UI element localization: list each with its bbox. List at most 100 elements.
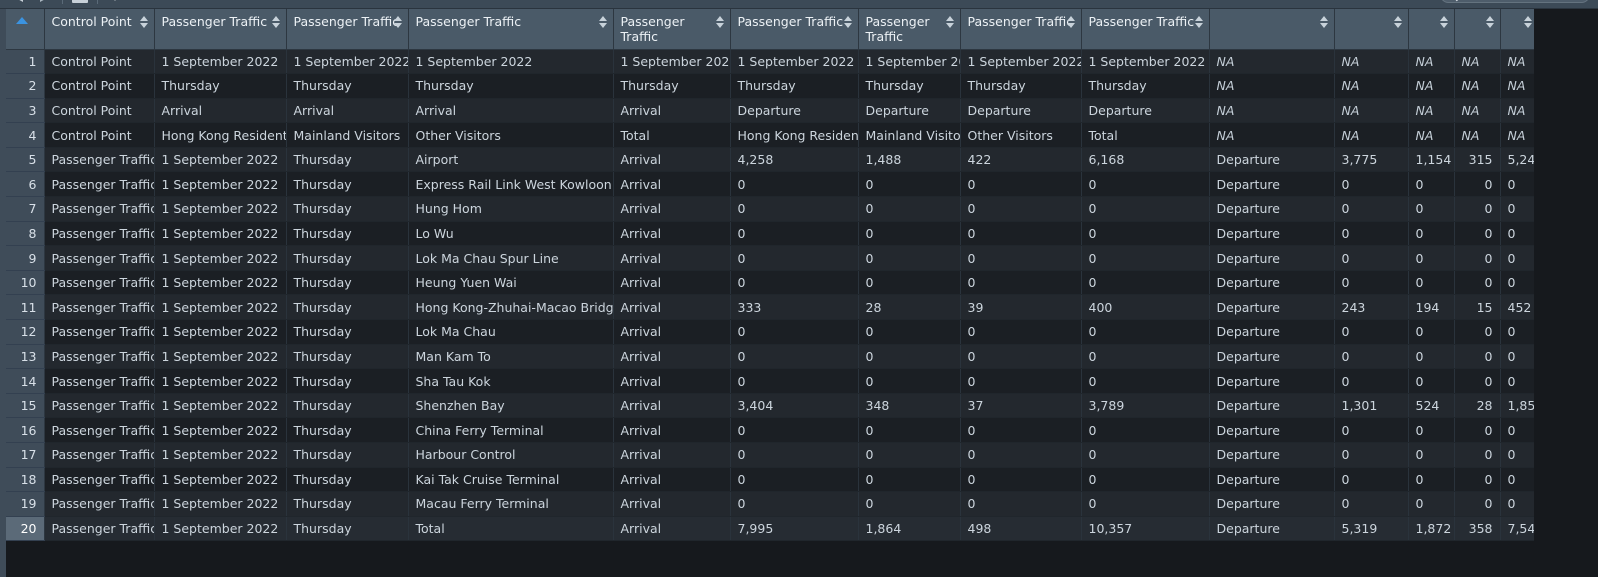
table-cell[interactable]: Departure bbox=[1209, 319, 1335, 345]
table-cell[interactable]: 1 September 2022 bbox=[613, 49, 731, 75]
row-number[interactable]: 16 bbox=[0, 417, 45, 443]
row-number[interactable]: 12 bbox=[0, 319, 45, 345]
table-cell[interactable]: Departure bbox=[1209, 393, 1335, 419]
table-cell[interactable]: Arrival bbox=[613, 467, 731, 493]
column-header-6[interactable]: Passenger Traffic bbox=[730, 9, 859, 50]
table-cell[interactable]: 0 bbox=[1408, 368, 1455, 394]
table-cell[interactable]: 0 bbox=[960, 442, 1082, 468]
table-cell[interactable]: 1 September 2022 bbox=[154, 270, 287, 296]
select-all-header[interactable] bbox=[0, 9, 45, 50]
sort-icon[interactable] bbox=[1194, 16, 1204, 29]
table-cell[interactable]: 0 bbox=[1500, 221, 1539, 247]
column-header-10[interactable] bbox=[1209, 9, 1335, 50]
table-cell[interactable]: Arrival bbox=[613, 368, 731, 394]
column-header-5[interactable]: Passenger Traffic bbox=[613, 9, 731, 50]
table-cell[interactable]: 0 bbox=[1500, 467, 1539, 493]
table-row[interactable]: 17 Passenger Traffic 1 September 2022 Thurs… bbox=[0, 442, 1584, 468]
table-cell[interactable]: 0 bbox=[1334, 245, 1409, 271]
table-cell[interactable]: 0 bbox=[730, 270, 859, 296]
table-cell[interactable]: Thursday bbox=[1081, 73, 1210, 99]
table-cell[interactable]: Man Kam To bbox=[408, 344, 614, 370]
table-cell[interactable]: 194 bbox=[1408, 294, 1455, 321]
table-cell[interactable]: 1 September 2022 bbox=[154, 147, 287, 173]
table-cell[interactable]: 400 bbox=[1081, 294, 1210, 321]
table-cell[interactable]: Passenger Traffic bbox=[44, 294, 155, 321]
table-cell[interactable]: China Ferry Terminal bbox=[408, 417, 614, 443]
table-cell[interactable]: 0 bbox=[1454, 368, 1501, 394]
table-cell[interactable]: NA bbox=[1500, 122, 1539, 148]
table-cell[interactable]: NA bbox=[1408, 98, 1455, 124]
table-cell[interactable]: 28 bbox=[1454, 393, 1501, 419]
sort-icon[interactable] bbox=[1066, 16, 1076, 29]
table-cell[interactable]: NA bbox=[1209, 49, 1335, 75]
table-cell[interactable]: Passenger Traffic bbox=[44, 270, 155, 296]
table-cell[interactable]: 0 bbox=[1500, 196, 1539, 222]
table-cell[interactable]: Passenger Traffic bbox=[44, 393, 155, 419]
table-cell[interactable]: 3,789 bbox=[1081, 393, 1210, 419]
table-cell[interactable]: 0 bbox=[1454, 491, 1501, 517]
table-cell[interactable]: 0 bbox=[730, 221, 859, 247]
table-cell[interactable]: 0 bbox=[960, 270, 1082, 296]
table-cell[interactable]: 7,995 bbox=[730, 516, 859, 542]
table-cell[interactable]: NA bbox=[1454, 73, 1501, 99]
column-header-7[interactable]: Passenger Traffic bbox=[858, 9, 961, 50]
table-cell[interactable]: Departure bbox=[1209, 221, 1335, 247]
column-header-9[interactable]: Passenger Traffic bbox=[1081, 9, 1210, 50]
table-cell[interactable]: Departure bbox=[1081, 98, 1210, 124]
row-number[interactable]: 3 bbox=[0, 98, 45, 124]
table-cell[interactable]: 0 bbox=[960, 196, 1082, 222]
table-cell[interactable]: Hong Kong-Zhuhai-Macao Bridge bbox=[408, 294, 614, 321]
table-cell[interactable]: 1 September 2022 bbox=[154, 442, 287, 468]
sort-icon[interactable] bbox=[843, 16, 853, 29]
table-cell[interactable]: 0 bbox=[1500, 417, 1539, 443]
row-number[interactable]: 9 bbox=[0, 245, 45, 271]
table-cell[interactable]: Passenger Traffic bbox=[44, 442, 155, 468]
table-cell[interactable]: 1 September 2022 bbox=[730, 49, 859, 75]
table-cell[interactable]: 0 bbox=[858, 417, 961, 443]
table-cell[interactable]: Thursday bbox=[286, 393, 409, 419]
table-cell[interactable]: 1,301 bbox=[1334, 393, 1409, 419]
table-cell[interactable]: 1,154 bbox=[1408, 147, 1455, 173]
column-header-1[interactable]: Control Point bbox=[44, 9, 155, 50]
column-header-2[interactable]: Passenger Traffic bbox=[154, 9, 287, 50]
table-cell[interactable]: 1 September 2022 bbox=[154, 319, 287, 345]
table-cell[interactable]: Passenger Traffic bbox=[44, 491, 155, 517]
table-cell[interactable]: Passenger Traffic bbox=[44, 245, 155, 271]
table-cell[interactable]: 243 bbox=[1334, 294, 1409, 321]
table-cell[interactable]: 1 September 2022 bbox=[1081, 49, 1210, 75]
table-cell[interactable]: Thursday bbox=[286, 221, 409, 247]
table-cell[interactable]: 0 bbox=[1334, 417, 1409, 443]
table-cell[interactable]: 0 bbox=[730, 491, 859, 517]
table-cell[interactable]: 0 bbox=[730, 442, 859, 468]
row-number[interactable]: 18 bbox=[0, 467, 45, 493]
table-cell[interactable]: 498 bbox=[960, 516, 1082, 542]
table-cell[interactable]: 0 bbox=[730, 417, 859, 443]
table-cell[interactable]: 0 bbox=[1408, 245, 1455, 271]
table-cell[interactable]: Other Visitors bbox=[408, 122, 614, 148]
column-header-13[interactable] bbox=[1454, 9, 1501, 50]
table-cell[interactable]: Passenger Traffic bbox=[44, 467, 155, 493]
table-cell[interactable]: NA bbox=[1454, 122, 1501, 148]
table-cell[interactable]: 524 bbox=[1408, 393, 1455, 419]
table-cell[interactable]: Thursday bbox=[154, 73, 287, 99]
table-cell[interactable]: Thursday bbox=[960, 73, 1082, 99]
table-cell[interactable]: NA bbox=[1408, 49, 1455, 75]
sort-icon[interactable] bbox=[139, 16, 149, 29]
table-cell[interactable]: Total bbox=[408, 516, 614, 542]
table-cell[interactable]: Thursday bbox=[858, 73, 961, 99]
table-cell[interactable]: Control Point bbox=[44, 49, 155, 75]
table-cell[interactable]: 0 bbox=[858, 319, 961, 345]
table-cell[interactable]: Thursday bbox=[286, 196, 409, 222]
table-cell[interactable]: 0 bbox=[1334, 442, 1409, 468]
table-row[interactable]: 3 Control Point Arrival Arrival Arrival Arriv… bbox=[0, 98, 1584, 124]
table-cell[interactable]: Arrival bbox=[613, 344, 731, 370]
table-cell[interactable]: Thursday bbox=[286, 171, 409, 198]
table-cell[interactable]: 4,258 bbox=[730, 147, 859, 173]
table-cell[interactable]: Passenger Traffic bbox=[44, 221, 155, 247]
table-cell[interactable]: 0 bbox=[858, 368, 961, 394]
table-cell[interactable]: Control Point bbox=[44, 73, 155, 99]
table-row[interactable]: 20 Passenger Traffic 1 September 2022 Thurs… bbox=[0, 516, 1584, 542]
table-cell[interactable]: Sha Tau Kok bbox=[408, 368, 614, 394]
table-cell[interactable]: Thursday bbox=[286, 319, 409, 345]
table-cell[interactable]: 0 bbox=[1500, 171, 1539, 198]
